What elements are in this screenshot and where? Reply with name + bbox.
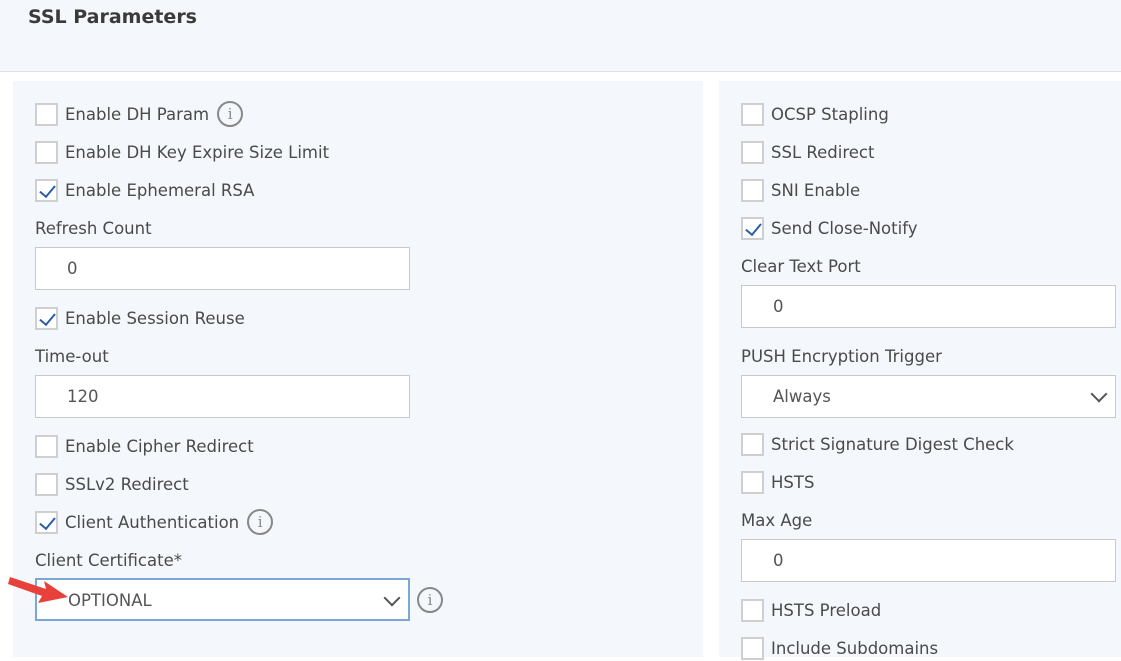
push-encryption-trigger-label: PUSH Encryption Trigger: [741, 347, 942, 366]
ocsp-stapling-checkbox[interactable]: OCSP Stapling: [741, 101, 889, 127]
chevron-down-icon: [1090, 385, 1108, 403]
push-encryption-trigger-select[interactable]: Always: [741, 375, 1116, 418]
client-certificate-label: Client Certificate*: [35, 551, 182, 570]
max-age-label: Max Age: [741, 511, 813, 530]
page-title: SSL Parameters: [28, 6, 197, 28]
refresh-count-label: Refresh Count: [35, 219, 152, 238]
enable-cipher-redirect-checkbox[interactable]: Enable Cipher Redirect: [35, 433, 254, 459]
page-header: SSL Parameters: [0, 0, 1121, 72]
enable-dh-key-expire-checkbox[interactable]: Enable DH Key Expire Size Limit: [35, 139, 329, 165]
timeout-input[interactable]: 120: [35, 375, 410, 418]
refresh-count-input[interactable]: 0: [35, 247, 410, 290]
info-icon[interactable]: i: [247, 509, 274, 535]
hsts-preload-checkbox[interactable]: HSTS Preload: [741, 597, 881, 623]
timeout-label: Time-out: [35, 347, 109, 366]
sni-enable-checkbox[interactable]: SNI Enable: [741, 177, 860, 203]
info-icon[interactable]: i: [417, 587, 443, 613]
left-panel: Enable DH Param i Enable DH Key Expire Si…: [8, 81, 703, 657]
info-icon[interactable]: i: [217, 101, 244, 127]
red-pointer-arrow-icon: [8, 577, 68, 603]
ssl-redirect-checkbox[interactable]: SSL Redirect: [741, 139, 874, 165]
sslv2-redirect-checkbox[interactable]: SSLv2 Redirect: [35, 471, 189, 497]
clear-text-port-label: Clear Text Port: [741, 257, 861, 276]
hsts-checkbox[interactable]: HSTS: [741, 469, 814, 495]
send-close-notify-checkbox[interactable]: Send Close-Notify: [741, 215, 917, 241]
enable-ephemeral-rsa-checkbox[interactable]: Enable Ephemeral RSA: [35, 177, 254, 203]
client-authentication-checkbox[interactable]: Client Authentication i: [35, 509, 274, 535]
chevron-down-icon: [383, 589, 401, 607]
clear-text-port-input[interactable]: 0: [741, 285, 1116, 328]
strict-signature-digest-checkbox[interactable]: Strict Signature Digest Check: [741, 431, 1014, 457]
max-age-input[interactable]: 0: [741, 539, 1116, 582]
client-certificate-select[interactable]: OPTIONAL: [35, 578, 410, 621]
right-panel: OCSP Stapling SSL Redirect SNI Enable Se…: [719, 81, 1121, 660]
enable-session-reuse-checkbox[interactable]: Enable Session Reuse: [35, 305, 245, 331]
include-subdomains-checkbox[interactable]: Include Subdomains: [741, 635, 938, 661]
enable-dh-param-checkbox[interactable]: Enable DH Param i: [35, 101, 244, 127]
